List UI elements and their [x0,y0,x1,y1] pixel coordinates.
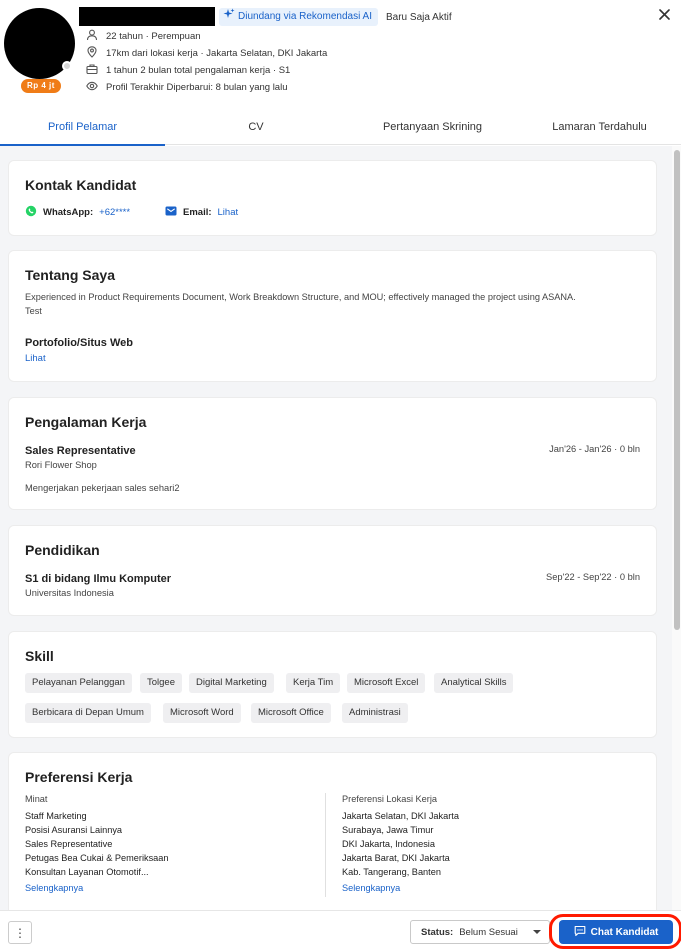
briefcase-icon [86,63,98,78]
skill-chip: Analytical Skills [434,673,514,693]
experience-card: Pengalaman Kerja Sales Representative Ro… [8,397,657,510]
experience-description: Mengerjakan pekerjaan sales sehari2 [25,483,180,493]
status-dropdown[interactable]: Status: Belum Sesuai [410,920,550,944]
interest-label: Minat [25,794,48,804]
about-text-line2: Test [25,306,42,316]
active-status: Baru Saja Aktif [386,12,452,23]
skill-chip: Berbicara di Depan Umum [25,703,151,723]
tab-lamaran-terdahulu[interactable]: Lamaran Terdahulu [518,108,681,145]
education-title: Pendidikan [25,542,100,558]
contact-card: Kontak Kandidat WhatsApp: +62**** Email:… [8,160,657,236]
experience-role: Sales Representative [25,445,136,457]
more-options-button[interactable]: ⋮ [8,921,32,944]
preferences-divider [325,793,326,897]
profile-content: Kontak Kandidat WhatsApp: +62**** Email:… [0,146,672,910]
contact-title: Kontak Kandidat [25,177,137,193]
ai-badge-label: Diundang via Rekomendasi AI [238,11,372,22]
interest-item: Konsultan Layanan Otomotif... [25,867,149,877]
online-status-dot [62,61,72,71]
email-label: Email: [183,207,212,218]
education-period: Sep'22 - Sep'22 · 0 bln [546,572,640,582]
skill-chip: Tolgee [140,673,182,693]
skill-chip: Microsoft Excel [347,673,426,693]
chevron-down-icon [533,930,541,934]
status-value: Belum Sesuai [459,926,518,938]
preferences-title: Preferensi Kerja [25,769,133,785]
skill-chip: Kerja Tim [286,673,341,693]
interest-item: Staff Marketing [25,811,87,821]
whatsapp-icon [25,205,37,220]
about-text-line1: Experienced in Product Requirements Docu… [25,292,576,302]
experience-summary-text: 1 tahun 2 bulan total pengalaman kerja ·… [106,64,291,76]
chat-candidate-button[interactable]: Chat Kandidat [559,920,673,944]
skill-chip: Digital Marketing [189,673,274,693]
skills-title: Skill [25,648,54,664]
experience-company: Rori Flower Shop [25,460,97,470]
experience-title: Pengalaman Kerja [25,414,147,430]
skill-chip: Microsoft Office [251,703,331,723]
close-button[interactable] [655,7,673,25]
whatsapp-label: WhatsApp: [43,207,94,218]
about-title: Tentang Saya [25,267,115,283]
salary-badge: Rp 4 jt [21,79,61,93]
email-contact: Email: Lihat [165,205,238,220]
candidate-header: Rp 4 jt Diundang via Rekomendasi AI Baru… [0,0,681,108]
location-pref-item: Jakarta Selatan, DKI Jakarta [342,811,459,821]
education-card: Pendidikan S1 di bidang Ilmu Komputer Un… [8,525,657,616]
status-label: Status: [421,926,454,938]
tab-pertanyaan-skrining[interactable]: Pertanyaan Skrining [347,108,518,145]
location-pref-item: Surabaya, Jawa Timur [342,825,434,835]
location-text: 17km dari lokasi kerja · Jakarta Selatan… [106,47,328,59]
email-view-link[interactable]: Lihat [218,207,239,218]
whatsapp-value[interactable]: +62**** [99,207,130,218]
skill-chip: Pelayanan Pelanggan [25,673,132,693]
preferences-card: Preferensi Kerja Minat Staff Marketing P… [8,752,657,910]
info-updated: Profil Terakhir Diperbarui: 8 bulan yang… [86,79,287,95]
portfolio-title: Portofolio/Situs Web [25,337,133,349]
whatsapp-contact: WhatsApp: +62**** [25,205,130,220]
scroll-thumb[interactable] [674,150,680,630]
chat-icon [574,925,586,940]
experience-period: Jan'26 - Jan'26 · 0 bln [549,444,640,454]
info-age-gender: 22 tahun · Perempuan [86,28,201,44]
scrollbar[interactable] [672,146,681,910]
sparkle-icon [223,8,235,27]
interest-item: Sales Representative [25,839,113,849]
age-gender-text: 22 tahun · Perempuan [106,30,201,42]
location-see-more-link[interactable]: Selengkapnya [342,883,400,893]
tab-profil-pelamar[interactable]: Profil Pelamar [0,108,165,146]
portfolio-view-link[interactable]: Lihat [25,353,46,364]
close-icon [658,9,670,23]
tab-cv[interactable]: CV [165,108,347,145]
chat-button-label: Chat Kandidat [590,926,659,938]
location-pref-item: Jakarta Barat, DKI Jakarta [342,853,450,863]
eye-icon [86,80,98,95]
location-pref-label: Preferensi Lokasi Kerja [342,794,437,804]
person-icon [86,29,98,44]
education-school: Universitas Indonesia [25,588,114,598]
interest-item: Petugas Bea Cukai & Pemeriksaan [25,853,169,863]
location-pin-icon [86,45,98,61]
profile-tabs: Profil Pelamar CV Pertanyaan Skrining La… [0,108,681,146]
updated-text: Profil Terakhir Diperbarui: 8 bulan yang… [106,81,288,93]
email-icon [165,205,177,220]
skill-chip: Microsoft Word [163,703,241,723]
skills-card: Skill Pelayanan Pelanggan Tolgee Digital… [8,631,657,738]
about-card: Tentang Saya Experienced in Product Requ… [8,250,657,382]
info-experience: 1 tahun 2 bulan total pengalaman kerja ·… [86,62,290,78]
more-vertical-icon: ⋮ [14,925,26,940]
location-pref-item: Kab. Tangerang, Banten [342,867,441,877]
action-footer: ⋮ Status: Belum Sesuai Chat Kandidat [0,910,681,951]
education-degree: S1 di bidang Ilmu Komputer [25,573,172,585]
info-location: 17km dari lokasi kerja · Jakarta Selatan… [86,45,327,61]
location-pref-item: DKI Jakarta, Indonesia [342,839,435,849]
candidate-name-redacted [79,7,215,26]
skill-chip: Administrasi [342,703,408,723]
ai-invite-badge: Diundang via Rekomendasi AI [219,8,378,26]
interest-item: Posisi Asuransi Lainnya [25,825,123,835]
interest-see-more-link[interactable]: Selengkapnya [25,883,83,893]
